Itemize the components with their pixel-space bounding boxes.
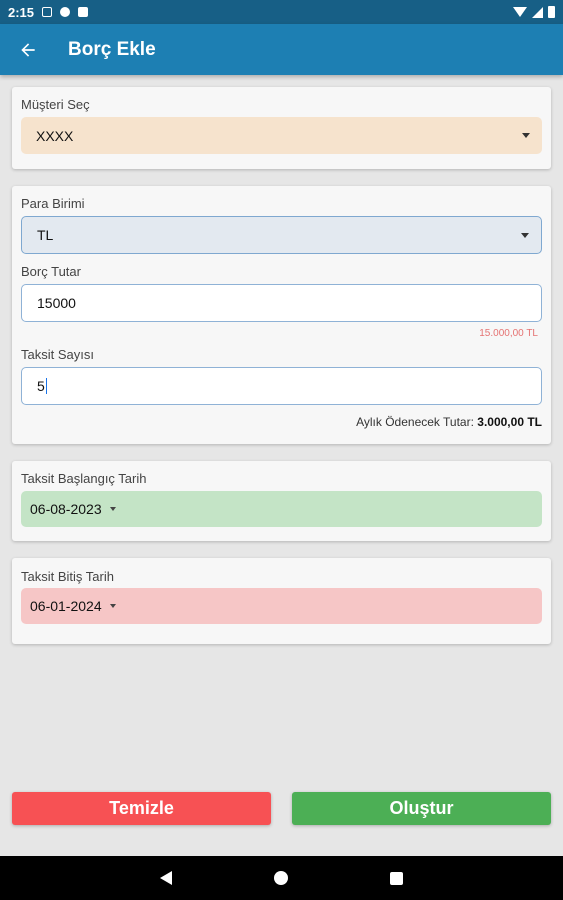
monthly-payment-label: Aylık Ödenecek Tutar: (356, 415, 474, 429)
app-notification-icon (60, 7, 71, 17)
customer-card: Müşteri Seç XXXX (12, 87, 551, 169)
installments-label: Taksit Sayısı (21, 347, 94, 362)
dropdown-arrow-icon (522, 133, 530, 138)
customer-label: Müşteri Seç (21, 97, 90, 112)
end-date-picker[interactable]: 06-01-2024 (21, 588, 542, 624)
status-time: 2:15 (8, 4, 35, 20)
nav-back-icon[interactable] (160, 871, 172, 885)
end-date-card: Taksit Bitiş Tarih 06-01-2024 (12, 558, 551, 644)
clear-button[interactable]: Temizle (12, 792, 271, 825)
nav-home-icon[interactable] (274, 871, 288, 885)
start-date-label: Taksit Başlangıç Tarih (21, 471, 147, 486)
page-title: Borç Ekle (68, 38, 156, 60)
start-date-value: 06-08-2023 (30, 501, 102, 517)
create-button[interactable]: Oluştur (292, 792, 551, 825)
dropdown-arrow-icon (109, 604, 116, 608)
signal-icon (532, 6, 543, 18)
amount-input[interactable]: 15000 (21, 284, 542, 322)
end-date-value: 06-01-2024 (30, 598, 102, 614)
notification-icon (42, 7, 53, 17)
navigation-bar (0, 856, 563, 900)
sd-card-icon (78, 7, 89, 17)
back-button[interactable] (0, 24, 56, 75)
amount-input-value: 15000 (37, 295, 76, 311)
installments-input-value: 5 (37, 378, 45, 394)
arrow-left-icon (21, 42, 35, 57)
customer-select-value: XXXX (36, 127, 74, 144)
currency-label: Para Birimi (21, 196, 85, 211)
amount-formatted-hint: 15.000,00 TL (479, 328, 538, 339)
app-bar: Borç Ekle (0, 24, 563, 75)
customer-select[interactable]: XXXX (21, 117, 542, 154)
dropdown-arrow-icon (109, 507, 116, 511)
end-date-label: Taksit Bitiş Tarih (21, 569, 114, 584)
currency-select-value: TL (37, 227, 54, 243)
battery-icon (548, 6, 555, 18)
currency-select[interactable]: TL (21, 216, 542, 254)
monthly-payment-value: 3.000,00 TL (477, 415, 542, 429)
dropdown-arrow-icon (521, 232, 529, 238)
start-date-card: Taksit Başlangıç Tarih 06-08-2023 (12, 461, 551, 541)
monthly-payment: Aylık Ödenecek Tutar: 3.000,00 TL (356, 415, 542, 429)
wifi-icon (513, 7, 527, 17)
nav-recents-icon[interactable] (390, 871, 403, 885)
status-bar: 2:15 (0, 0, 563, 24)
text-cursor (45, 378, 47, 394)
amount-label: Borç Tutar (21, 264, 81, 279)
start-date-picker[interactable]: 06-08-2023 (21, 491, 542, 527)
installments-input[interactable]: 5 (21, 367, 542, 405)
debt-card: Para Birimi TL Borç Tutar 15000 15.000,0… (12, 186, 551, 444)
